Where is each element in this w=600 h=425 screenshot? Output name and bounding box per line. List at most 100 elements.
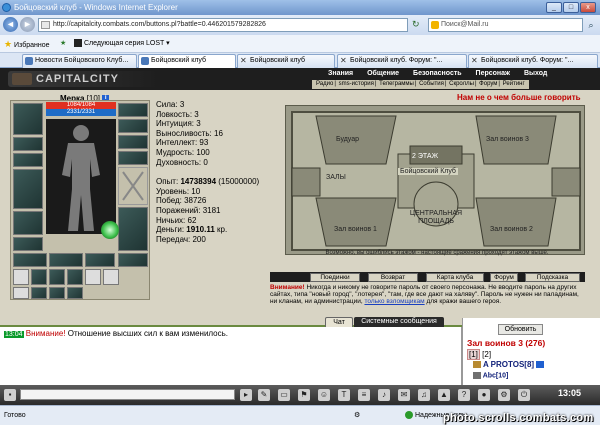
- ring-slot-2[interactable]: [118, 135, 148, 149]
- slot-small-6[interactable]: [103, 269, 119, 285]
- map-room-floor-2[interactable]: 2 ЭТАЖ: [412, 153, 438, 160]
- slot-small-1[interactable]: [13, 269, 29, 285]
- music-icon[interactable]: ♪: [378, 389, 390, 401]
- menu-character[interactable]: Персонаж: [476, 70, 510, 77]
- clear-icon[interactable]: ✎: [258, 389, 270, 401]
- menu-exit[interactable]: Выход: [524, 70, 547, 77]
- translit-icon[interactable]: T: [338, 389, 350, 401]
- shield-slot[interactable]: [118, 167, 148, 205]
- hint-button[interactable]: Подсказка: [525, 273, 580, 282]
- ring-slot-3[interactable]: [118, 151, 148, 165]
- pocket-slot-3[interactable]: [85, 253, 115, 267]
- submenu-rating[interactable]: Рейтинг: [503, 81, 525, 87]
- refresh-button[interactable]: Обновить: [498, 324, 543, 335]
- map-room-warriors-2[interactable]: Зал воинов 2: [490, 226, 533, 233]
- eraser-icon[interactable]: ▭: [278, 389, 290, 401]
- slot-small-2[interactable]: [31, 269, 47, 285]
- lock-icon[interactable]: ●: [478, 389, 490, 401]
- map-room-halls[interactable]: ЗАЛЫ: [326, 174, 346, 181]
- submenu-sms[interactable]: sms-история: [339, 81, 374, 87]
- info-icon[interactable]: [536, 361, 545, 369]
- earrings-slot[interactable]: [13, 137, 43, 151]
- club-map-button[interactable]: Карта клуба: [426, 273, 484, 282]
- slot-small-10[interactable]: [67, 287, 83, 299]
- back-button[interactable]: ◄: [3, 17, 18, 32]
- stat-spirituality: Духовность: 0: [156, 157, 208, 167]
- tab-forum-2[interactable]: ✕ Бойцовский клуб. Форум: "...: [468, 54, 598, 68]
- slot-small-5[interactable]: [85, 269, 101, 285]
- settings-icon[interactable]: ⚙: [498, 389, 510, 401]
- minimize-button[interactable]: _: [546, 2, 562, 13]
- amulet-slot[interactable]: [13, 153, 43, 167]
- add-favorite-icon[interactable]: ★: [60, 35, 66, 53]
- tab-label: Бойцовский клуб: [250, 57, 306, 64]
- warning-link[interactable]: только взломщикам: [364, 298, 424, 305]
- pocket-slot-4[interactable]: [118, 253, 148, 267]
- slot-small-3[interactable]: [49, 269, 65, 285]
- tab-news[interactable]: Новости Бойцовского Клуб...: [22, 54, 137, 68]
- refresh-icon[interactable]: ↻: [412, 19, 420, 30]
- forum-button[interactable]: Форум: [490, 273, 518, 282]
- search-input[interactable]: Поиск@Mail.ru: [428, 18, 583, 32]
- submenu-telegrams[interactable]: Телеграммы: [379, 81, 414, 87]
- search-icon[interactable]: ⌕: [585, 19, 597, 31]
- map-room-central-square[interactable]: ЦЕНТРАЛЬНАЯ ПЛОЩАДЬ: [404, 210, 468, 226]
- flag-icon[interactable]: ▲: [438, 389, 450, 401]
- chat-input[interactable]: [20, 389, 235, 400]
- smiles-icon[interactable]: ☺: [318, 389, 330, 401]
- favorite-link-lost[interactable]: Следующая серия LOST ▾: [74, 35, 170, 53]
- tab-chat[interactable]: Чат: [325, 317, 353, 327]
- page-2-link[interactable]: [2]: [482, 350, 491, 359]
- maximize-button[interactable]: □: [563, 2, 579, 13]
- user-list-item[interactable]: A PROTOS[8]: [473, 360, 545, 369]
- filter-icon[interactable]: ⚑: [298, 389, 310, 401]
- pocket-slot-1[interactable]: [13, 253, 47, 267]
- belt-slot[interactable]: [13, 237, 43, 251]
- room-topic: Нам не о чем больше говорить: [457, 93, 581, 102]
- map-room-warriors-3[interactable]: Зал воинов 3: [486, 136, 529, 143]
- gloves-slot[interactable]: [118, 103, 148, 117]
- action-bar: Поединки Возврат Карта клуба Форум Подск…: [270, 272, 585, 282]
- submenu-scrolls[interactable]: Скроллы: [449, 81, 474, 87]
- tab-system-messages[interactable]: Системные сообщения: [354, 317, 444, 327]
- page-1-link[interactable]: [1]: [467, 349, 480, 360]
- mail-icon[interactable]: ✉: [398, 389, 410, 401]
- scroll-icon[interactable]: ≡: [358, 389, 370, 401]
- slot-small-8[interactable]: [31, 287, 47, 299]
- close-window-button[interactable]: x: [580, 2, 596, 13]
- tab-forum-1[interactable]: ✕ Бойцовский клуб. Форум: "...: [337, 54, 467, 68]
- quest-icon[interactable]: ?: [458, 389, 470, 401]
- ring-slot-1[interactable]: [118, 119, 148, 133]
- slot-small-7[interactable]: [13, 287, 29, 299]
- slot-small-4[interactable]: [67, 269, 83, 285]
- submenu-events[interactable]: События: [419, 81, 444, 87]
- url-input[interactable]: http://capitalcity.combats.com/buttons.p…: [38, 18, 408, 32]
- slot-small-9[interactable]: [49, 287, 65, 299]
- menu-knowledge[interactable]: Знания: [328, 70, 353, 77]
- weapon-slot[interactable]: [13, 169, 43, 209]
- map-room-warriors-1[interactable]: Зал воинов 1: [334, 226, 377, 233]
- armor-slot[interactable]: [13, 211, 43, 235]
- exit-icon[interactable]: ⏻: [518, 389, 530, 401]
- chat-mode-icon[interactable]: ▪: [4, 389, 16, 401]
- helmet-slot[interactable]: [13, 103, 43, 135]
- check-icon: [405, 411, 413, 420]
- boots-slot[interactable]: [118, 207, 148, 251]
- submenu-radio[interactable]: Радио: [316, 81, 333, 87]
- map-room-boudoir[interactable]: Будуар: [336, 136, 359, 143]
- tab-fight-club-active[interactable]: Бойцовский клуб: [138, 54, 236, 69]
- submenu-forum[interactable]: Форум: [479, 81, 497, 87]
- sound-icon[interactable]: ♫: [418, 389, 430, 401]
- menu-communication[interactable]: Общение: [367, 70, 399, 77]
- character-panel: 1084/1084 2331/2331: [10, 100, 150, 300]
- forward-button[interactable]: ►: [20, 17, 35, 32]
- tab-fight-club[interactable]: ✕ Бойцовский клуб: [237, 54, 335, 68]
- map-room-fight-club[interactable]: Бойцовский Клуб: [398, 168, 458, 175]
- send-icon[interactable]: ▸: [240, 389, 252, 401]
- pocket-slot-2[interactable]: [49, 253, 83, 267]
- favorites-button[interactable]: ★ Избранное: [4, 35, 50, 55]
- user-list-item[interactable]: Abc[10]: [473, 372, 508, 379]
- duels-button[interactable]: Поединки: [310, 273, 360, 282]
- menu-security[interactable]: Безопасность: [413, 70, 462, 77]
- return-button[interactable]: Возврат: [368, 273, 418, 282]
